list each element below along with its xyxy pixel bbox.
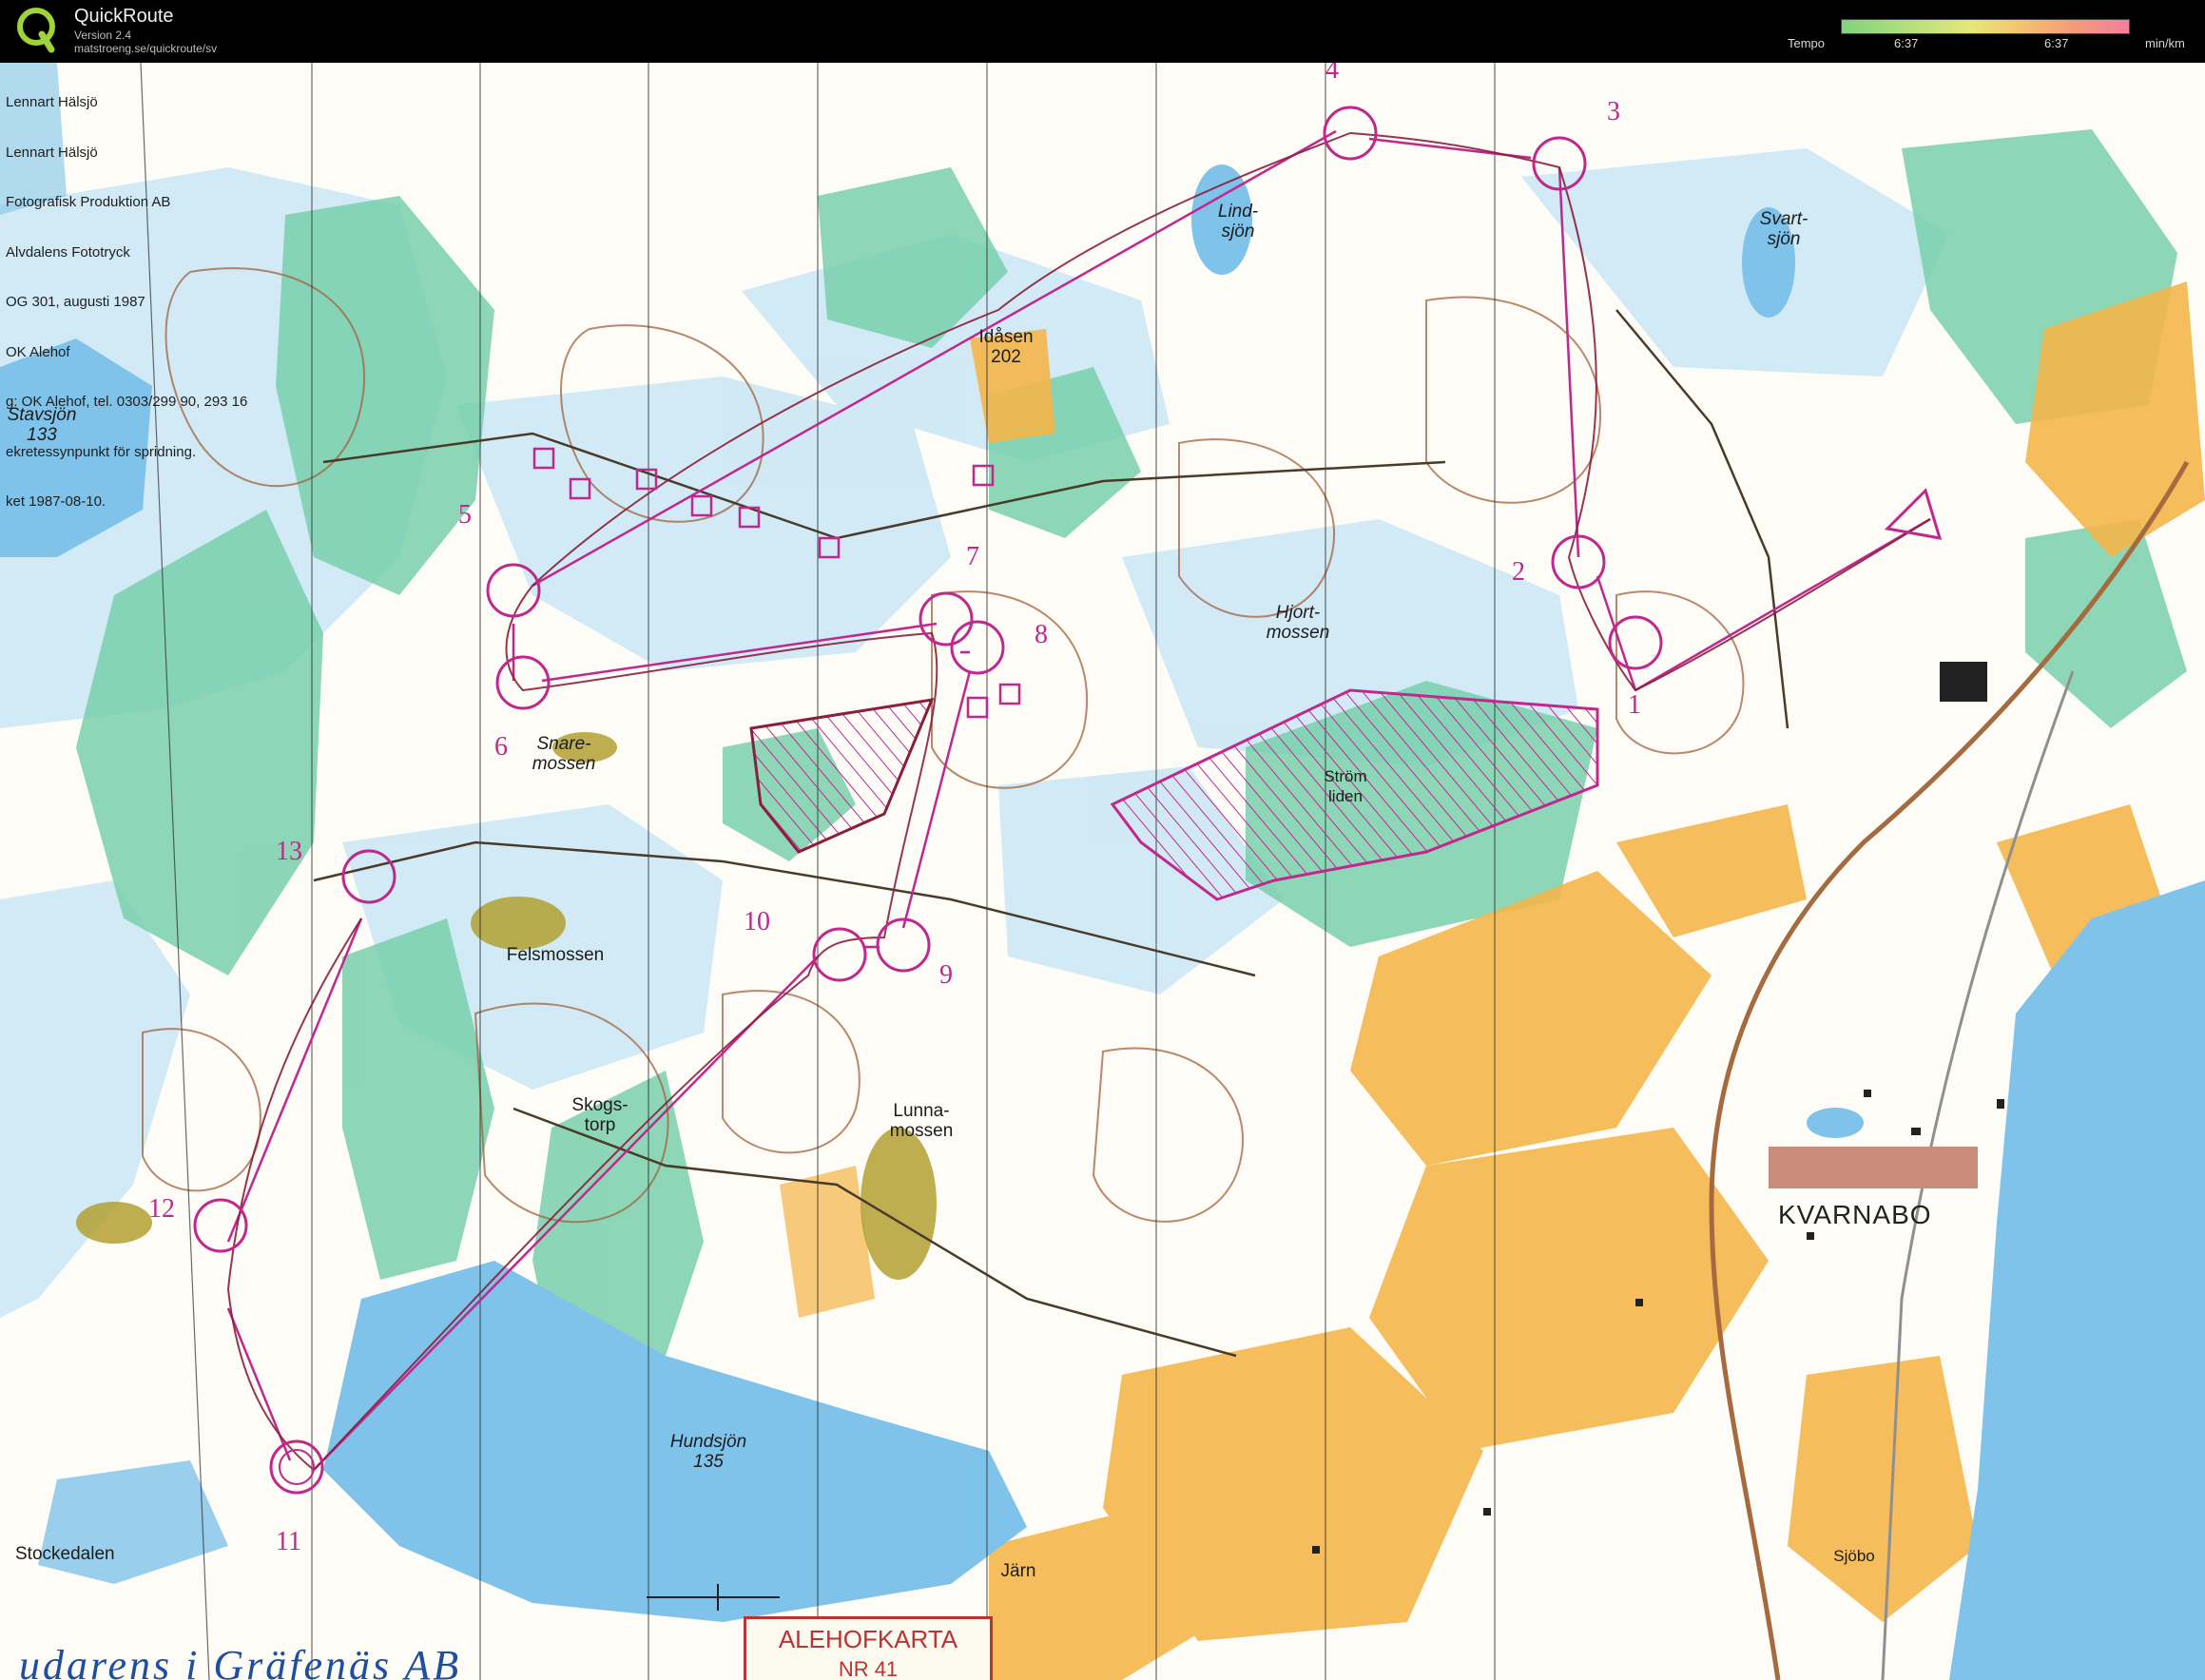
place-idason: Idåsen 202 <box>978 327 1034 367</box>
map-canvas[interactable] <box>0 63 2205 1680</box>
place-stockedalen: Stockedalen <box>15 1544 115 1564</box>
control-number-4: 4 <box>1325 63 1339 85</box>
control-number-13: 13 <box>276 837 302 866</box>
credit-line: Alvdalens Fototryck <box>6 243 130 261</box>
app-url[interactable]: matstroeng.se/quickroute/sv <box>74 42 217 55</box>
title-bar: QuickRoute Version 2.4 matstroeng.se/qui… <box>0 0 2205 63</box>
map-title: ALEHOFKARTA <box>778 1625 958 1653</box>
place-hundsjon: Hundsjön 135 <box>669 1432 747 1472</box>
map-title-box: ALEHOFKARTA NR 41 <box>744 1616 993 1680</box>
place-lindsjon: Lind-sjön <box>1217 202 1259 241</box>
credit-line: Fotografisk Produktion AB <box>6 194 171 210</box>
credit-line: OG 301, augusti 1987 <box>6 294 145 310</box>
tempo-value-left: 6:37 <box>1894 36 1919 50</box>
control-number-3: 3 <box>1607 97 1620 126</box>
place-snaremossen: Snare-mossen <box>532 734 596 774</box>
control-number-7: 7 <box>966 542 979 571</box>
map-subtitle: NR 41 <box>838 1657 899 1680</box>
app-version: Version 2.4 <box>74 29 132 42</box>
control-number-2: 2 <box>1512 557 1525 587</box>
tempo-unit: min/km <box>2145 36 2185 50</box>
place-sjobo: Sjöbo <box>1833 1547 1875 1565</box>
tempo-label: Tempo <box>1788 36 1826 50</box>
place-jarn: Järn <box>1000 1561 1036 1581</box>
place-skogstorp: Skogs-torp <box>571 1095 629 1135</box>
place-hjortmossen: Hjort-mossen <box>1266 603 1330 643</box>
control-number-11: 11 <box>276 1527 301 1556</box>
map-credits: Lennart Hälsjö Lennart Hälsjö Fotografis… <box>6 63 247 544</box>
credit-line: Lennart Hälsjö <box>6 94 98 110</box>
settlement <box>1769 1147 1978 1188</box>
place-lunnamossen: Lunna-mossen <box>889 1101 954 1141</box>
control-number-9: 9 <box>939 960 953 990</box>
place-stromliden: Ström liden <box>1324 767 1367 805</box>
control-number-8: 8 <box>1035 620 1048 649</box>
place-stavsjon: Stavsjön 133 <box>7 405 77 445</box>
tempo-color-scale <box>1841 19 2130 34</box>
app-name: QuickRoute <box>74 6 174 27</box>
place-svartsjon: Svart-sjön <box>1759 209 1808 249</box>
quickroute-logo-icon <box>17 8 55 53</box>
tempo-value-right: 6:37 <box>2044 36 2069 50</box>
town-kvarnabo: KVARNABO <box>1778 1200 1932 1229</box>
credit-line: ket 1987-08-10. <box>6 493 106 510</box>
control-number-5: 5 <box>458 500 472 530</box>
credit-line: Lennart Hälsjö <box>6 144 98 161</box>
orienteering-map[interactable]: Lennart Hälsjö Lennart Hälsjö Fotografis… <box>0 63 2205 1680</box>
bottom-script-text: udarens i Gräfenäs AB <box>19 1642 462 1680</box>
control-number-1: 1 <box>1628 690 1641 720</box>
place-felsmossen: Felsmossen <box>506 945 605 965</box>
control-number-12: 12 <box>148 1194 175 1224</box>
control-number-10: 10 <box>744 907 770 937</box>
credit-line: ekretessynpunkt för spridning. <box>6 443 197 460</box>
credit-line: OK Alehof <box>6 343 70 360</box>
control-number-6: 6 <box>494 732 508 762</box>
